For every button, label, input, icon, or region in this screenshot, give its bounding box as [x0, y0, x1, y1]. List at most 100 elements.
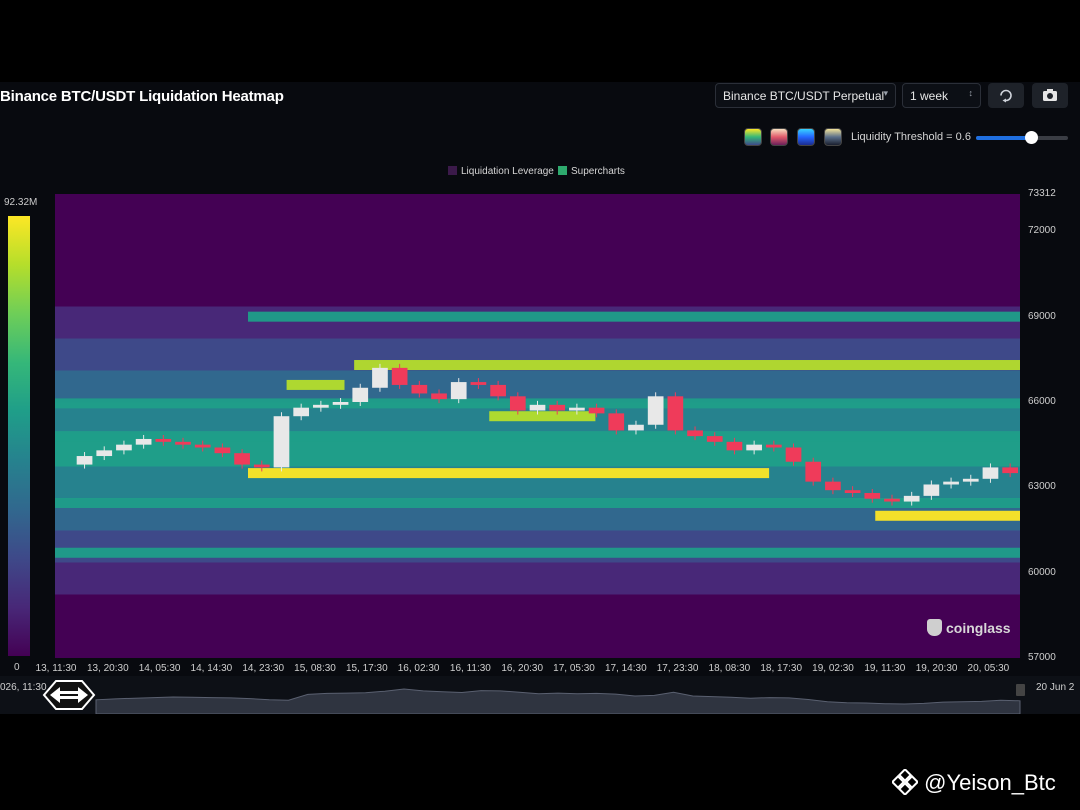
candle-body	[726, 441, 743, 451]
heat-band	[55, 378, 1020, 387]
candle-body	[549, 404, 566, 411]
candle-body	[628, 424, 644, 431]
legend-label: Supercharts	[571, 166, 625, 177]
pair-select-value: Binance BTC/USDT Perpetual	[723, 89, 885, 103]
author-credit: @Yeison_Btc	[890, 767, 1056, 797]
binance-square-icon	[890, 767, 920, 797]
heat-band	[55, 642, 1020, 651]
liquidation-level	[248, 468, 770, 479]
candle-body	[293, 407, 310, 417]
pair-select[interactable]: Binance BTC/USDT Perpetual ▾	[715, 83, 896, 108]
refresh-icon	[1000, 89, 1012, 103]
heat-band	[55, 234, 1020, 243]
heat-band	[55, 258, 1020, 267]
candle-body	[76, 456, 93, 465]
heat-band	[55, 482, 1020, 491]
heat-band	[55, 570, 1020, 579]
heat-band	[55, 266, 1020, 275]
candle-body	[214, 447, 231, 454]
chevron-down-icon: ▾	[883, 88, 888, 98]
coinglass-logo	[927, 619, 942, 636]
heat-band	[55, 562, 1020, 571]
candle-body	[588, 407, 605, 414]
candle-body	[667, 396, 684, 431]
y-tick-label: 72000	[1028, 225, 1056, 237]
threshold-slider-fill	[976, 136, 1032, 140]
candle-body	[175, 441, 191, 445]
liquidation-level	[875, 510, 1020, 521]
colorscheme-cividis[interactable]	[824, 128, 842, 146]
legend-swatch	[558, 166, 567, 175]
candle-body	[785, 447, 802, 462]
candle-body	[962, 478, 979, 482]
navigator-end-label: 20 Jun 2	[1036, 682, 1075, 693]
range-select[interactable]: 1 week ↕	[902, 83, 981, 108]
range-select-value: 1 week	[910, 89, 949, 103]
candle-body	[864, 493, 881, 499]
heat-band	[55, 618, 1020, 627]
heat-band	[55, 202, 1020, 211]
candle-body	[844, 490, 861, 494]
candle-body	[569, 407, 585, 411]
heat-band	[55, 242, 1020, 251]
candle-body	[431, 393, 447, 400]
heat-band	[55, 298, 1020, 307]
candle-body	[687, 430, 703, 437]
heatmap-plot[interactable]	[55, 194, 1020, 658]
x-tick-label: 14, 23:30	[242, 663, 285, 674]
heat-band	[55, 322, 1020, 331]
x-tick-label: 14, 14:30	[190, 663, 233, 674]
screenshot-button[interactable]	[1032, 83, 1068, 108]
candle-body	[352, 387, 369, 402]
colorscheme-magma[interactable]	[770, 128, 788, 146]
legend-liquidation-leverage[interactable]: Liquidation Leverage	[448, 166, 554, 177]
x-tick-label: 20, 05:30	[967, 663, 1010, 674]
updown-icon: ↕	[968, 88, 974, 98]
refresh-button[interactable]	[988, 83, 1024, 108]
candle-body	[608, 413, 625, 431]
x-tick-label: 13, 20:30	[86, 663, 129, 674]
x-tick-label: 15, 17:30	[345, 663, 388, 674]
candle-body	[884, 498, 900, 502]
coinglass-watermark: coinglass	[927, 619, 1011, 636]
heat-band	[55, 450, 1020, 459]
heat-band	[55, 530, 1020, 539]
candle-body	[313, 404, 329, 408]
candle-body	[509, 396, 526, 411]
candle-body	[372, 367, 388, 388]
liquidation-level	[55, 547, 1020, 558]
liquidation-level	[55, 497, 1020, 508]
candle-body	[332, 401, 349, 405]
liquidation-level	[489, 411, 596, 422]
candle-body	[765, 444, 782, 448]
candle-body	[923, 484, 940, 496]
threshold-slider[interactable]	[976, 131, 1068, 144]
heat-band	[55, 290, 1020, 299]
candle-body	[253, 464, 270, 468]
heat-band	[55, 274, 1020, 283]
candle-body	[470, 382, 487, 385]
legend-supercharts[interactable]: Supercharts	[558, 166, 625, 177]
navigator-handle[interactable]	[42, 677, 96, 713]
heat-band	[55, 626, 1020, 635]
heat-band	[55, 194, 1020, 203]
candle-body	[391, 367, 408, 385]
heat-band	[55, 218, 1020, 227]
candle-body	[116, 444, 132, 451]
y-tick-label: 60000	[1028, 566, 1056, 578]
candle-body	[903, 495, 920, 502]
candle-body	[529, 404, 546, 411]
navigator[interactable]	[0, 676, 1080, 714]
y-tick-label: 57000	[1028, 652, 1056, 663]
x-tick-label: 19, 20:30	[915, 663, 958, 674]
colorscheme-viridis[interactable]	[744, 128, 762, 146]
x-tick-label: 16, 02:30	[397, 663, 440, 674]
x-tick-label: 18, 17:30	[760, 663, 803, 674]
heat-band	[55, 578, 1020, 587]
legend-swatch	[448, 166, 457, 175]
candle-body	[450, 382, 467, 400]
candle-body	[825, 481, 841, 491]
candle-body	[135, 438, 152, 445]
candle-body	[490, 384, 506, 397]
colorscheme-blue[interactable]	[797, 128, 815, 146]
